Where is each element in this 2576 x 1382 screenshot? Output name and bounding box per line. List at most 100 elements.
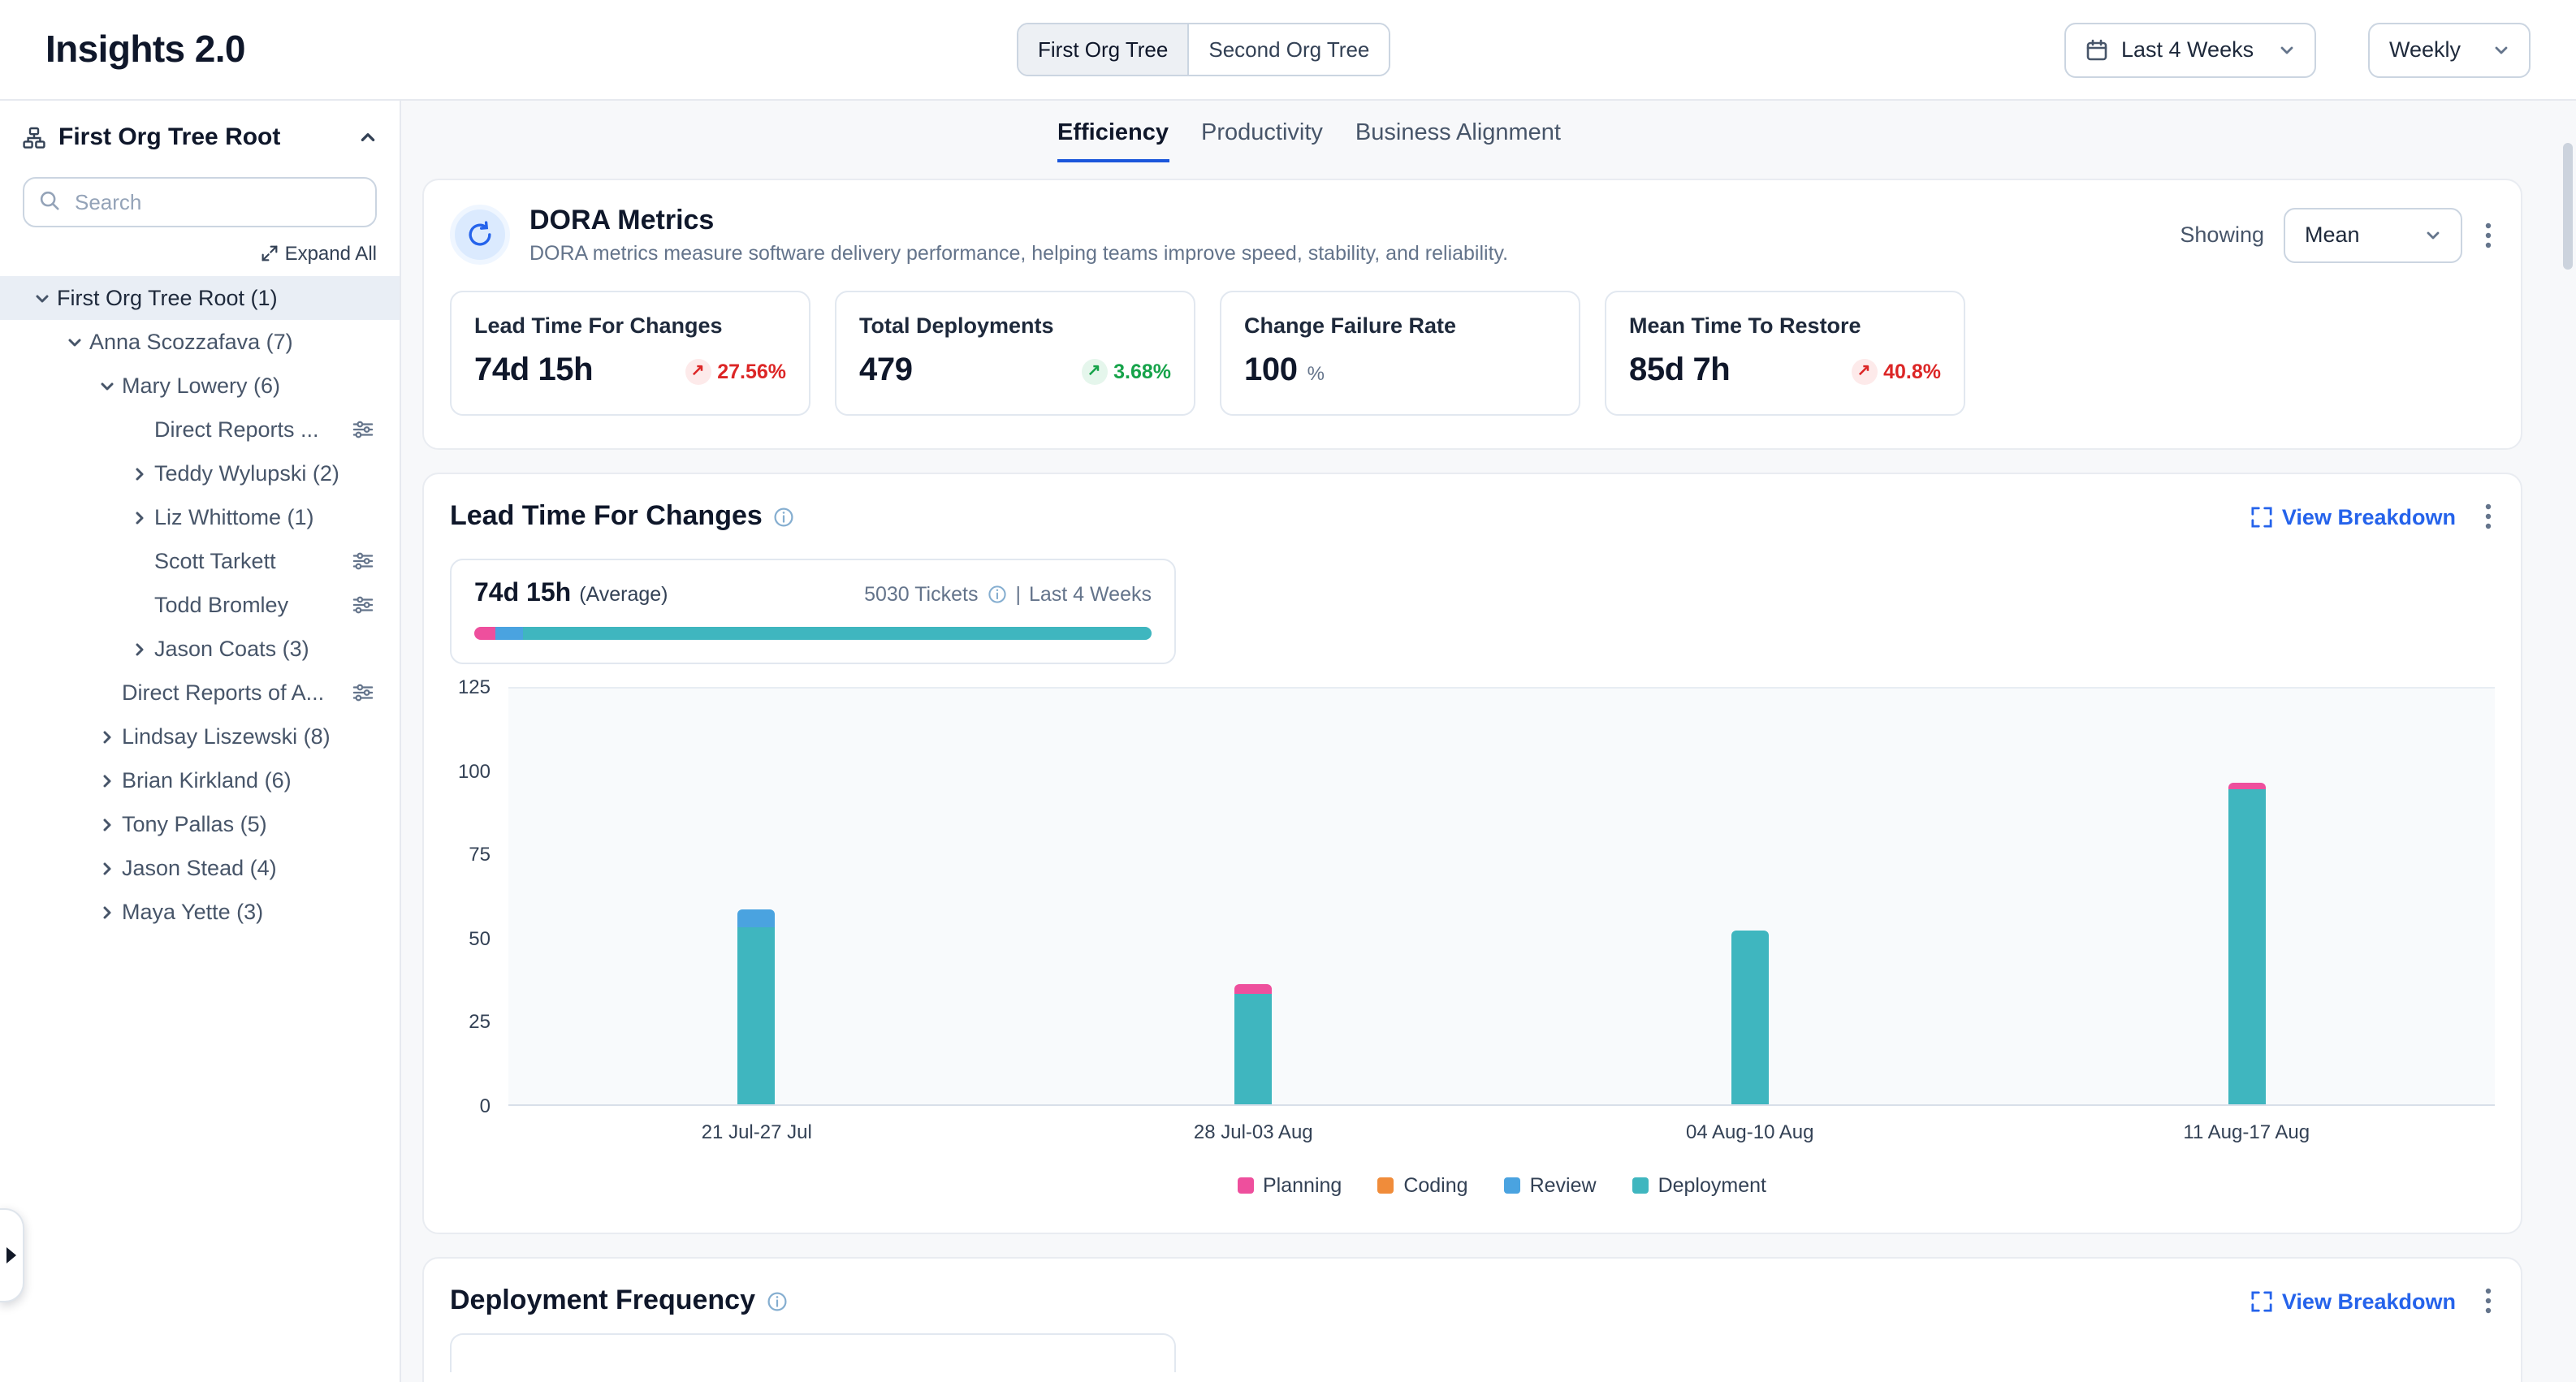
tree-item[interactable]: Liz Whittome (1) <box>0 495 400 539</box>
y-tick-label: 0 <box>480 1095 491 1117</box>
info-icon[interactable] <box>988 585 1007 604</box>
org-tree-toggle: First Org Tree Second Org Tree <box>1017 23 1390 76</box>
chevron-right-icon[interactable] <box>91 766 122 795</box>
tree-item[interactable]: First Org Tree Root (1) <box>0 276 400 320</box>
sidebar-collapse-handle[interactable] <box>0 1208 24 1302</box>
tree-item-label: Direct Reports ... <box>154 417 319 442</box>
chart-bar[interactable] <box>1731 930 1769 1104</box>
chevron-down-icon[interactable] <box>58 327 89 356</box>
chevron-spacer <box>123 415 154 444</box>
y-tick-label: 125 <box>458 676 491 698</box>
dora-titles: DORA Metrics DORA metrics measure softwa… <box>529 205 1508 265</box>
org-tree-toggle-second[interactable]: Second Org Tree <box>1189 24 1389 75</box>
expand-all-label: Expand All <box>285 242 377 265</box>
tree-item[interactable]: Todd Bromley <box>0 583 400 627</box>
date-range-value: Last 4 Weeks <box>2121 37 2254 62</box>
view-breakdown-label: View Breakdown <box>2282 1289 2456 1313</box>
tree-item-label: Jason Stead (4) <box>122 856 277 880</box>
sliders-icon[interactable] <box>352 551 374 572</box>
main-content: Efficiency Productivity Business Alignment… <box>401 101 2576 1382</box>
metric-suffix: % <box>1307 362 1325 390</box>
sliders-icon[interactable] <box>352 682 374 703</box>
chart-bar[interactable] <box>1234 983 1272 1104</box>
chevron-up-icon[interactable] <box>359 128 377 146</box>
search-input[interactable] <box>23 177 377 227</box>
view-breakdown-button[interactable]: View Breakdown <box>2251 1289 2456 1313</box>
tree-item-label: Direct Reports of A... <box>122 680 324 705</box>
view-breakdown-label: View Breakdown <box>2282 504 2456 529</box>
tree-item[interactable]: Anna Scozzafava (7) <box>0 320 400 364</box>
tab-efficiency[interactable]: Efficiency <box>1057 120 1169 162</box>
granularity-select[interactable]: Weekly <box>2368 22 2531 77</box>
sliders-icon[interactable] <box>352 594 374 615</box>
trend-up-icon: ↗ <box>1081 358 1107 384</box>
chevron-right-icon[interactable] <box>91 897 122 926</box>
chevron-right-icon[interactable] <box>123 503 154 532</box>
tree-item[interactable]: Brian Kirkland (6) <box>0 758 400 802</box>
bar-segment-planning <box>1234 983 1272 993</box>
tree-item[interactable]: Tony Pallas (5) <box>0 802 400 846</box>
chart-bar[interactable] <box>2228 783 2265 1104</box>
chart-plot-area <box>508 687 2495 1106</box>
tree-item[interactable]: Mary Lowery (6) <box>0 364 400 408</box>
tab-business-alignment[interactable]: Business Alignment <box>1355 120 1561 162</box>
expand-all-button[interactable]: Expand All <box>0 227 400 276</box>
tree-item[interactable]: Scott Tarkett <box>0 539 400 583</box>
chevron-down-icon <box>2493 41 2509 58</box>
tree-item[interactable]: Jason Stead (4) <box>0 846 400 890</box>
tree-item-label: Lindsay Liszewski (8) <box>122 724 331 749</box>
legend-item: Review <box>1504 1174 1597 1197</box>
sliders-icon[interactable] <box>352 419 374 440</box>
metric-card: Mean Time To Restore85d 7h↗40.8% <box>1605 291 1965 416</box>
tree-item[interactable]: Direct Reports ... <box>0 408 400 451</box>
chart-bar[interactable] <box>738 910 776 1104</box>
chevron-down-icon[interactable] <box>26 283 57 313</box>
x-tick-label: 28 Jul-03 Aug <box>1194 1121 1313 1143</box>
chevron-right-icon[interactable] <box>123 459 154 488</box>
tab-productivity[interactable]: Productivity <box>1201 120 1323 162</box>
kebab-menu-icon[interactable] <box>2482 1285 2495 1317</box>
info-icon[interactable] <box>767 1290 788 1311</box>
tree-item[interactable]: Lindsay Liszewski (8) <box>0 715 400 758</box>
chevron-right-icon[interactable] <box>91 810 122 839</box>
info-icon[interactable] <box>774 506 795 527</box>
date-range-select[interactable]: Last 4 Weeks <box>2064 22 2316 77</box>
tree-item-label: First Org Tree Root (1) <box>57 286 278 310</box>
kebab-menu-icon[interactable] <box>2482 218 2495 251</box>
chevron-right-icon[interactable] <box>91 722 122 751</box>
aggregation-select[interactable]: Mean <box>2284 207 2462 262</box>
trend-value: 27.56% <box>717 360 786 382</box>
deployment-frequency-header: Deployment Frequency View Breakdown <box>450 1285 2495 1317</box>
trend-up-icon: ↗ <box>1851 358 1877 384</box>
scrollbar[interactable] <box>2563 143 2573 270</box>
chevron-down-icon <box>2425 227 2441 243</box>
tree-item[interactable]: Jason Coats (3) <box>0 627 400 671</box>
legend-swatch <box>1377 1177 1394 1194</box>
deployment-frequency-actions: View Breakdown <box>2251 1285 2495 1317</box>
y-tick-label: 50 <box>469 927 491 950</box>
tree-item[interactable]: Teddy Wylupski (2) <box>0 451 400 495</box>
app-title: Insights 2.0 <box>45 28 245 71</box>
bar-segment-deployment <box>1731 930 1769 1104</box>
bar-segment-deployment <box>738 926 776 1104</box>
chevron-spacer <box>91 678 122 707</box>
chevron-right-icon[interactable] <box>91 853 122 883</box>
metric-card: Change Failure Rate100% <box>1220 291 1580 416</box>
tree-item[interactable]: Direct Reports of A... <box>0 671 400 715</box>
bar-segment-deployment <box>2228 789 2265 1104</box>
view-breakdown-button[interactable]: View Breakdown <box>2251 504 2456 529</box>
org-tree-icon <box>23 126 45 149</box>
chevron-right-icon[interactable] <box>123 634 154 663</box>
legend-item: Coding <box>1377 1174 1467 1197</box>
tree-item-label: Scott Tarkett <box>154 549 276 573</box>
chevron-down-icon[interactable] <box>91 371 122 400</box>
org-tree: First Org Tree Root (1) Anna Scozzafava (… <box>0 276 400 934</box>
tree-item[interactable]: Maya Yette (3) <box>0 890 400 934</box>
chart-legend: PlanningCodingReviewDeployment <box>508 1174 2495 1197</box>
kebab-menu-icon[interactable] <box>2482 500 2495 533</box>
dora-title: DORA Metrics <box>529 205 1508 237</box>
lead-time-panel: Lead Time For Changes View Breakdown <box>422 473 2522 1234</box>
tree-item-label: Jason Coats (3) <box>154 637 309 661</box>
org-tree-toggle-first[interactable]: First Org Tree <box>1018 24 1189 75</box>
tree-item-label: Maya Yette (3) <box>122 900 263 924</box>
